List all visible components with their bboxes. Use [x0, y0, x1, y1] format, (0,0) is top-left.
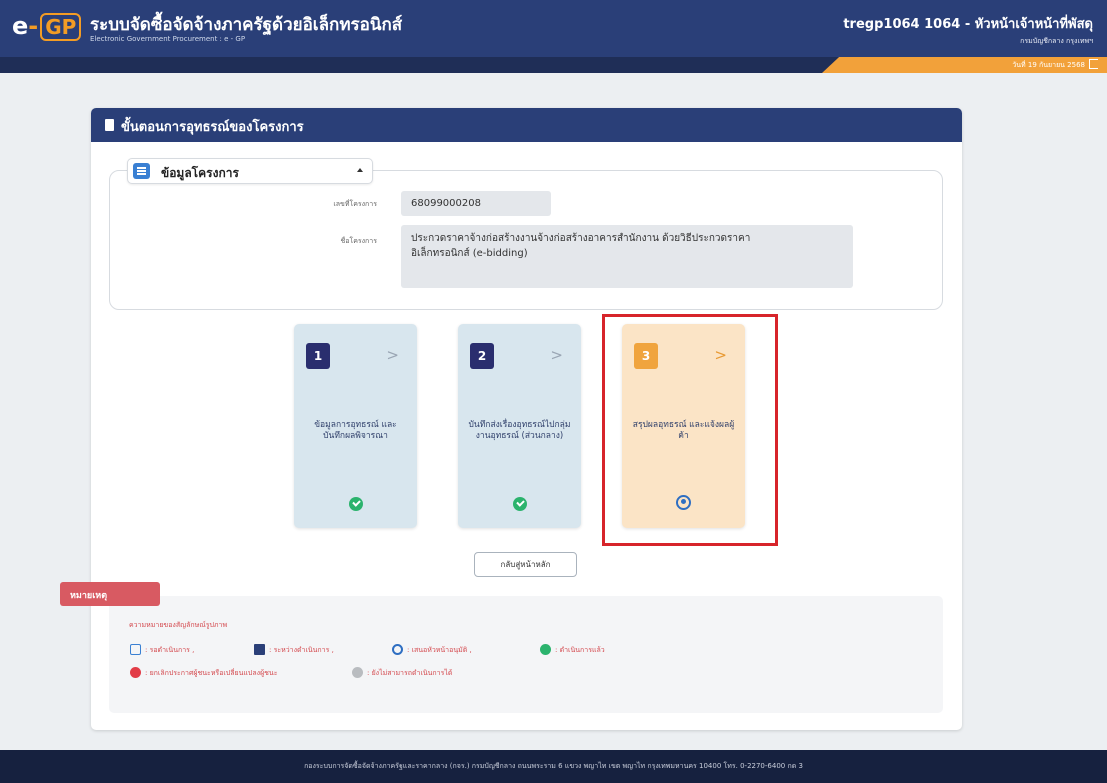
- legend-heading: ความหมายของสัญลักษณ์รูปภาพ: [129, 621, 228, 629]
- egp-logo[interactable]: e- GP: [12, 12, 82, 42]
- site-subtitle: Electronic Government Procurement : e - …: [90, 35, 246, 43]
- project-name-label: ชื่อโครงการ: [340, 237, 377, 245]
- document-icon: [105, 119, 114, 131]
- save-icon: [254, 644, 265, 655]
- notes-ribbon: หมายเหตุ: [60, 582, 160, 606]
- step-label: บันทึกส่งเรื่องอุทธรณ์ไปกลุ่มงานอุทธรณ์ …: [468, 420, 571, 441]
- site-title: ระบบจัดซื้อจัดจ้างภาครัฐด้วยอิเล็กทรอนิก…: [90, 15, 403, 35]
- collapse-icon[interactable]: [357, 168, 363, 172]
- appeal-steps-card: ขั้นตอนการอุทธรณ์ของโครงการ ข้อมูลโครงกา…: [91, 108, 962, 730]
- edit-icon: [130, 644, 141, 655]
- project-no-label: เลขที่โครงการ: [333, 200, 377, 208]
- logo-dash: -: [28, 12, 39, 40]
- logout-icon[interactable]: [1089, 59, 1098, 69]
- logo-e: e: [12, 12, 29, 40]
- current-date: วันที่ 19 กันยายน 2568: [1012, 61, 1085, 69]
- project-no-field: 68099000208: [401, 191, 551, 216]
- card-title: ขั้นตอนการอุทธรณ์ของโครงการ: [121, 120, 304, 135]
- logo-gp: GP: [40, 13, 82, 41]
- highlight-box: [602, 314, 778, 546]
- project-name-line2: อิเล็กทรอนิกส์ (e-bidding): [411, 248, 528, 259]
- footer: กองระบบการจัดซื้อจัดจ้างภาครัฐและราคากลา…: [0, 750, 1107, 783]
- step-number: 2: [470, 343, 494, 369]
- check-circle-icon: [513, 497, 527, 511]
- step-card-2[interactable]: 2 > บันทึกส่งเรื่องอุทธรณ์ไปกลุ่มงานอุทธ…: [458, 324, 581, 528]
- legend-unavailable: : ยังไม่สามารถดำเนินการได้: [367, 669, 453, 677]
- user-org: กรมบัญชีกลาง กรุงเทพฯ: [1020, 37, 1093, 45]
- legend-pending: : รอดำเนินการ ,: [145, 646, 195, 654]
- step-number: 1: [306, 343, 330, 369]
- project-name-line1: ประกวดราคาจ้างก่อสร้างงานจ้างก่อสร้างอาค…: [411, 233, 751, 244]
- user-name[interactable]: tregp1064 1064 - หัวหน้าเจ้าหน้าที่พัสดุ: [843, 13, 1093, 34]
- check-circle-icon: [349, 497, 363, 511]
- legend-done: : ดำเนินการแล้ว: [555, 646, 605, 654]
- chevron-right-icon: >: [550, 346, 563, 364]
- step-card-1[interactable]: 1 > ข้อมูลการอุทธรณ์ และบันทึกผลพิจารณา: [294, 324, 417, 528]
- legend-submit-head: : เสนอหัวหน้าอนุมัติ ,: [407, 646, 472, 654]
- project-info-toggle[interactable]: ข้อมูลโครงการ: [127, 158, 373, 184]
- disabled-circle-icon: [352, 667, 363, 678]
- list-icon: [133, 163, 150, 179]
- legend-in-progress: : ระหว่างดำเนินการ ,: [269, 646, 334, 654]
- project-info-title: ข้อมูลโครงการ: [161, 166, 239, 180]
- top-header: e- GP ระบบจัดซื้อจัดจ้างภาครัฐด้วยอิเล็กท…: [0, 0, 1107, 57]
- card-header: ขั้นตอนการอุทธรณ์ของโครงการ: [91, 108, 962, 142]
- legend-cancel: : ยกเลิกประกาศผู้ชนะหรือเปลี่ยนแปลงผู้ชน…: [145, 669, 278, 677]
- notes-panel: ความหมายของสัญลักษณ์รูปภาพ : รอดำเนินการ…: [109, 596, 943, 713]
- cancel-circle-icon: [130, 667, 141, 678]
- check-circle-icon: [540, 644, 551, 655]
- project-name-field: ประกวดราคาจ้างก่อสร้างงานจ้างก่อสร้างอาค…: [401, 225, 853, 288]
- chevron-right-icon: >: [386, 346, 399, 364]
- back-to-home-button[interactable]: กลับสู่หน้าหลัก: [474, 552, 577, 577]
- step-label: ข้อมูลการอุทธรณ์ และบันทึกผลพิจารณา: [314, 420, 397, 441]
- user-circle-icon: [392, 644, 403, 655]
